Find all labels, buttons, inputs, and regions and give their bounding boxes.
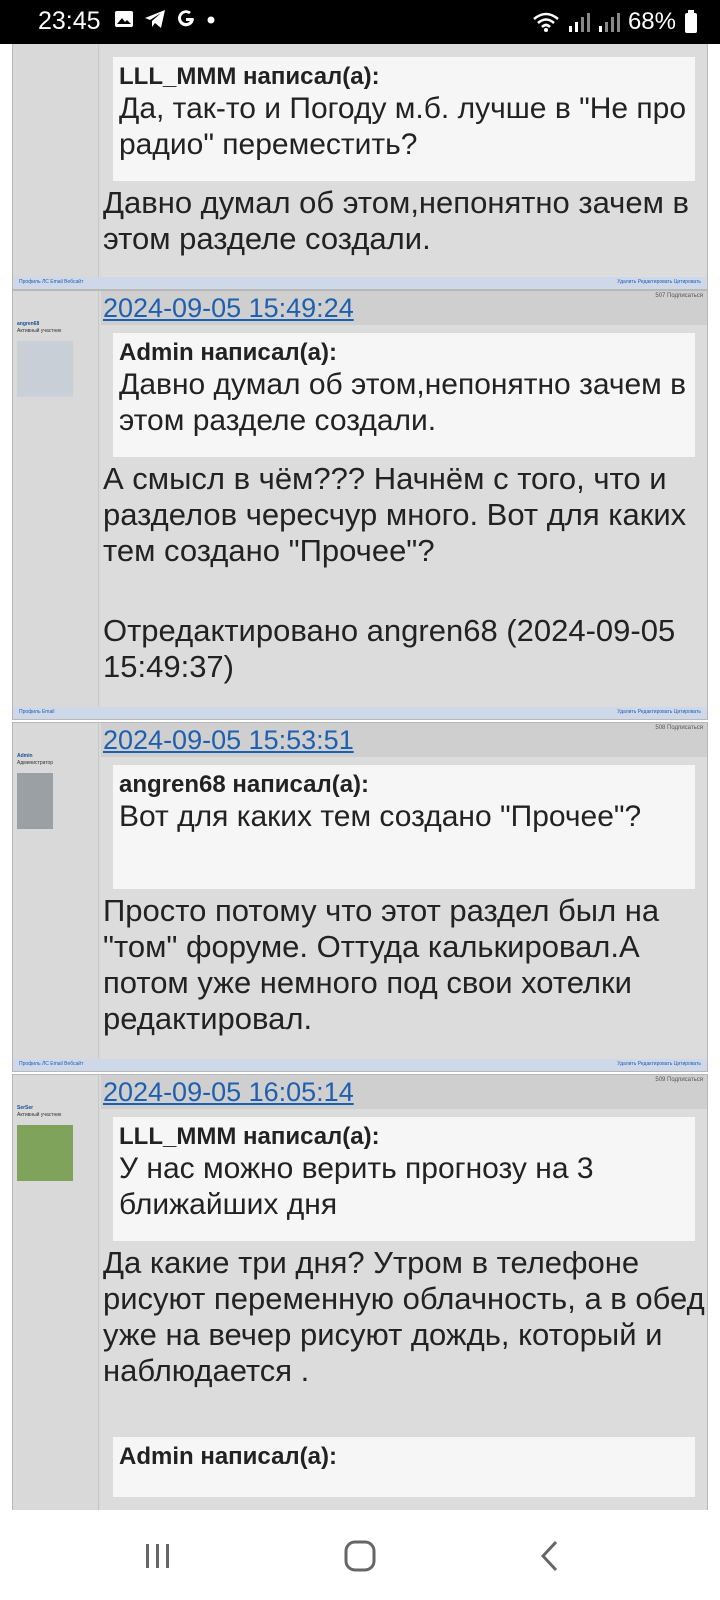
post-date-link[interactable]: 2024-09-05 15:53:51 — [103, 725, 354, 756]
post-author-panel: Admin Администратор — [13, 723, 99, 1059]
post-header: 2024-09-05 15:53:51 508 Подписаться — [101, 723, 707, 757]
quote-block: Admin написал(а): — [113, 1437, 695, 1497]
edit-note: Отредактировано angren68 (2024-09-05 15:… — [103, 613, 676, 684]
post-author-panel — [13, 44, 99, 277]
post-number[interactable]: 508 Подписаться — [655, 725, 703, 731]
notification-icons — [114, 9, 216, 29]
home-icon — [344, 1540, 376, 1572]
quote-author: LLL_MMM написал(а): — [119, 1123, 380, 1150]
post-header: 2024-09-05 15:49:24 507 Подписаться — [101, 291, 707, 325]
quote-author: angren68 написал(а): — [119, 771, 370, 798]
quote-block: LLL_MMM написал(а): У нас можно верить п… — [113, 1117, 695, 1241]
system-nav-bar — [0, 1510, 720, 1600]
avatar[interactable] — [17, 341, 73, 397]
post-author-panel: SerSer Активный участник — [13, 1075, 99, 1510]
footer-links[interactable]: Профиль ЛС Email Вебсайт — [19, 279, 83, 285]
footer-actions[interactable]: Удалить Редактировать Цитировать — [617, 279, 701, 285]
signal-icon — [568, 13, 590, 32]
back-button[interactable] — [520, 1530, 580, 1582]
quote-block: angren68 написал(а): Вот для каких тем с… — [113, 765, 695, 889]
post-header: 2024-09-05 16:05:14 509 Подписаться — [101, 1075, 707, 1109]
quote-text: Вот для каких тем создано "Прочее"? — [119, 800, 642, 833]
post-text: Просто потому что этот раздел был на "то… — [103, 893, 660, 1036]
avatar[interactable] — [17, 1125, 73, 1181]
wifi-icon — [533, 12, 559, 32]
author-role: Активный участник — [17, 328, 62, 334]
author-name[interactable]: Admin — [17, 753, 94, 760]
post-body: 2024-09-05 15:49:24 507 Подписаться Admi… — [101, 291, 707, 707]
quote-author: Admin написал(а): — [119, 1443, 337, 1470]
back-icon — [540, 1540, 558, 1572]
google-icon — [178, 10, 194, 27]
dot-icon — [207, 16, 215, 24]
home-button[interactable] — [330, 1530, 390, 1582]
quote-block: LLL_MMM написал(а): Да, так-то и Погоду … — [113, 57, 695, 181]
footer-links[interactable]: Профиль Email — [19, 709, 54, 715]
quote-author: LLL_MMM написал(а): — [119, 63, 380, 90]
author-name[interactable]: angren68 — [17, 321, 94, 328]
author-role: Администратор — [17, 760, 54, 766]
post-footer: Профиль ЛС Email Вебсайт Удалить Редакти… — [13, 1059, 707, 1071]
forum-content[interactable]: LLL_MMM написал(а): Да, так-то и Погоду … — [0, 44, 720, 1510]
footer-actions[interactable]: Удалить Редактировать Цитировать — [617, 1061, 701, 1067]
post-text: Да какие три дня? Утром в телефоне рисую… — [103, 1245, 705, 1388]
post-text: А смысл в чём??? Начнём с того, что и ра… — [103, 461, 687, 568]
post-body: 2024-09-05 15:53:51 508 Подписаться angr… — [101, 723, 707, 1059]
author-name[interactable]: SerSer — [17, 1105, 94, 1112]
quote-text: Да, так-то и Погоду м.б. лучше в "Не про… — [119, 92, 687, 161]
battery-level: 68% — [627, 8, 676, 35]
post-text: Давно думал об этом,непонятно зачем в эт… — [103, 185, 689, 256]
post-footer: Профиль Email Удалить Редактировать Цити… — [13, 707, 707, 719]
quote-text: У нас можно верить прогнозу на 3 ближайш… — [119, 1152, 594, 1221]
recent-apps-button[interactable] — [128, 1530, 188, 1582]
telegram-icon — [145, 10, 165, 28]
post-date-link[interactable]: 2024-09-05 15:49:24 — [103, 293, 354, 324]
post-body: LLL_MMM написал(а): Да, так-то и Погоду … — [101, 44, 707, 277]
status-time: 23:45 — [38, 7, 101, 35]
post-footer: Профиль ЛС Email Вебсайт Удалить Редакти… — [13, 277, 707, 289]
footer-actions[interactable]: Удалить Редактировать Цитировать — [617, 709, 701, 715]
forum-post: angren68 Активный участник 2024-09-05 15… — [12, 290, 708, 720]
recent-apps-icon — [146, 1544, 169, 1568]
post-body: 2024-09-05 16:05:14 509 Подписаться LLL_… — [101, 1075, 707, 1510]
author-role: Активный участник — [17, 1112, 62, 1118]
forum-post: Admin Администратор 2024-09-05 15:53:51 … — [12, 722, 708, 1072]
post-date-link[interactable]: 2024-09-05 16:05:14 — [103, 1077, 354, 1108]
quote-author: Admin написал(а): — [119, 339, 337, 366]
status-bar: 23:45 68% — [0, 0, 720, 44]
footer-links[interactable]: Профиль ЛС Email Вебсайт — [19, 1061, 83, 1067]
forum-post: SerSer Активный участник 2024-09-05 16:0… — [12, 1074, 708, 1510]
gallery-icon — [115, 11, 133, 27]
post-author-panel: angren68 Активный участник — [13, 291, 99, 707]
post-number[interactable]: 507 Подписаться — [655, 293, 703, 299]
post-number[interactable]: 509 Подписаться — [655, 1077, 703, 1083]
signal2-icon — [598, 13, 620, 32]
battery-icon — [685, 10, 697, 33]
forum-post: LLL_MMM написал(а): Да, так-то и Погоду … — [12, 44, 708, 290]
quote-text: Давно думал об этом,непонятно зачем в эт… — [119, 368, 687, 437]
status-right: 68% — [532, 8, 698, 36]
quote-block: Admin написал(а): Давно думал об этом,не… — [113, 333, 695, 457]
avatar[interactable] — [17, 773, 53, 829]
